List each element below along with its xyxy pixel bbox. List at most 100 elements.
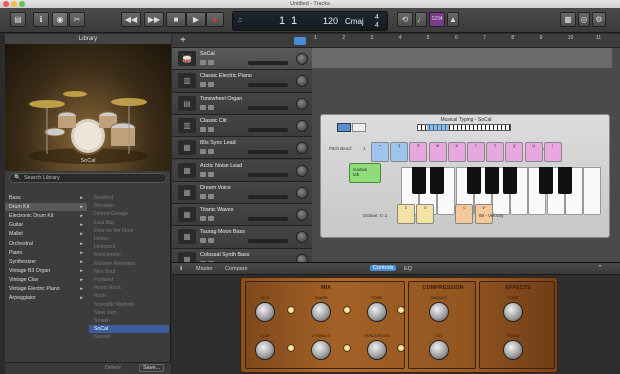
category-item[interactable]: Vintage Electric Piano ▸ — [5, 285, 87, 293]
patch-item[interactable]: Slow Jam — [89, 309, 169, 317]
smart-controls-button[interactable]: ◉ — [52, 12, 68, 27]
patch-item[interactable]: SoCal — [89, 325, 169, 334]
pan-knob[interactable] — [296, 186, 308, 199]
patch-item[interactable]: Four on the Floor — [89, 227, 169, 235]
category-item[interactable]: Guitar ▸ — [5, 221, 87, 229]
solo-button[interactable] — [208, 126, 214, 132]
category-item[interactable]: Arpeggiator ▸ — [5, 294, 87, 302]
piano-mode-button[interactable] — [352, 123, 366, 132]
category-item[interactable]: Vintage Clav ▸ — [5, 276, 87, 284]
track-header[interactable]: ▥ Classic Electric Piano — [172, 70, 312, 93]
channel-toggle-button[interactable] — [397, 306, 405, 314]
volume-slider[interactable] — [248, 172, 288, 177]
keycap[interactable]: r — [467, 142, 485, 162]
library-button[interactable]: ▤ — [10, 12, 26, 27]
category-item[interactable]: Piano ▸ — [5, 249, 87, 257]
black-key[interactable] — [430, 167, 445, 194]
mute-button[interactable] — [200, 216, 206, 222]
channel-toggle-button[interactable] — [397, 344, 405, 352]
category-item[interactable]: Vintage B3 Organ ▸ — [5, 267, 87, 275]
metronome-button[interactable]: ▲ — [447, 12, 459, 27]
solo-button[interactable] — [208, 216, 214, 222]
keycap[interactable]: e — [447, 142, 466, 162]
control-knob[interactable] — [311, 340, 331, 360]
volume-slider[interactable] — [248, 217, 288, 222]
patch-item[interactable]: Liverpool — [89, 243, 169, 251]
patch-item[interactable]: Roots Rock — [89, 284, 169, 292]
pan-knob[interactable] — [296, 164, 308, 177]
solo-button[interactable] — [208, 238, 214, 244]
pan-knob[interactable] — [296, 142, 308, 155]
solo-button[interactable] — [208, 104, 214, 110]
patch-item[interactable]: Bluebird — [89, 194, 169, 202]
mute-button[interactable] — [200, 60, 206, 65]
track-header[interactable]: ▦ Taurag Moon Bass — [172, 226, 312, 249]
track-header[interactable]: ▦ Titanic Waves — [172, 204, 312, 227]
selected-region[interactable] — [312, 48, 612, 68]
pan-knob[interactable] — [296, 231, 308, 244]
category-item[interactable]: Drum Kit ▸ — [5, 203, 87, 212]
control-knob[interactable] — [367, 340, 387, 360]
add-track-button[interactable]: + — [180, 35, 186, 46]
black-key[interactable] — [557, 167, 572, 194]
tab-compare[interactable]: Compare — [225, 266, 248, 272]
solo-button[interactable] — [208, 149, 214, 155]
category-item[interactable]: Mallet ▸ — [5, 230, 87, 238]
black-key[interactable] — [466, 167, 481, 194]
control-knob[interactable] — [429, 302, 449, 322]
channel-toggle-button[interactable] — [287, 344, 295, 352]
patch-item[interactable]: Motown Revisited — [89, 260, 169, 268]
loop-browser-button[interactable]: ◎ — [578, 12, 590, 27]
volume-slider[interactable] — [248, 127, 288, 132]
mute-button[interactable] — [200, 126, 206, 132]
channel-toggle-button[interactable] — [287, 306, 295, 314]
keyboard-mode-button[interactable] — [337, 123, 351, 132]
catch-playhead-icon[interactable] — [294, 37, 306, 45]
tuner-button[interactable]: ♩ — [415, 12, 427, 27]
patch-item[interactable]: East Bay — [89, 219, 169, 227]
lcd-display[interactable]: ♫ 1 1 120 Cmaj 4 4 — [232, 11, 388, 31]
black-key[interactable] — [412, 167, 426, 194]
solo-button[interactable] — [208, 193, 214, 199]
patch-item[interactable]: Scientific Method — [89, 301, 169, 309]
keycap[interactable]: i — [543, 142, 562, 162]
mute-button[interactable] — [200, 82, 206, 88]
patch-item[interactable]: Detroit Garage — [89, 210, 169, 218]
mute-button[interactable] — [200, 171, 206, 177]
fast-forward-button[interactable]: ▶▶ — [144, 12, 164, 27]
solo-button[interactable] — [208, 60, 214, 65]
save-button[interactable]: Save... — [139, 364, 165, 372]
keycap[interactable]: 1 — [390, 142, 409, 162]
track-header[interactable]: ▦ Dream Voice — [172, 181, 312, 205]
patch-item[interactable]: Heavy — [89, 235, 169, 243]
keycap[interactable]: w — [428, 142, 447, 162]
volume-slider[interactable] — [248, 105, 288, 110]
play-button[interactable]: ▶ — [186, 12, 206, 27]
volume-slider[interactable] — [248, 194, 288, 199]
patch-item[interactable]: Smash — [89, 317, 169, 325]
white-key[interactable] — [583, 167, 601, 215]
category-item[interactable]: Electronic Drum Kit ▸ — [5, 212, 87, 220]
black-key[interactable] — [539, 167, 554, 194]
solo-button[interactable] — [208, 82, 214, 88]
keycap[interactable]: t — [486, 142, 505, 162]
track-header[interactable]: ▦ Arctic Noise Lead — [172, 159, 312, 182]
pan-knob[interactable] — [296, 209, 308, 222]
pan-knob[interactable] — [296, 53, 308, 65]
library-search-input[interactable]: 🔍 Search Library — [9, 173, 167, 183]
volume-slider[interactable] — [248, 83, 288, 88]
volume-slider[interactable] — [248, 239, 288, 244]
control-knob[interactable] — [311, 302, 331, 322]
black-key[interactable] — [503, 167, 517, 194]
category-item[interactable]: Synthesizer ▸ — [5, 258, 87, 266]
track-header[interactable]: ▤ Tonewheel Organ — [172, 92, 312, 115]
category-item[interactable]: Orchestral ▸ — [5, 240, 87, 248]
keycap[interactable]: y — [505, 142, 524, 162]
channel-toggle-button[interactable] — [343, 344, 351, 352]
patch-item[interactable]: Brooklyn — [89, 202, 169, 210]
mute-button[interactable] — [200, 149, 206, 155]
control-knob[interactable] — [503, 340, 523, 360]
delete-button[interactable]: Delete — [105, 365, 121, 371]
channel-toggle-button[interactable] — [343, 306, 351, 314]
volume-slider[interactable] — [248, 61, 288, 65]
